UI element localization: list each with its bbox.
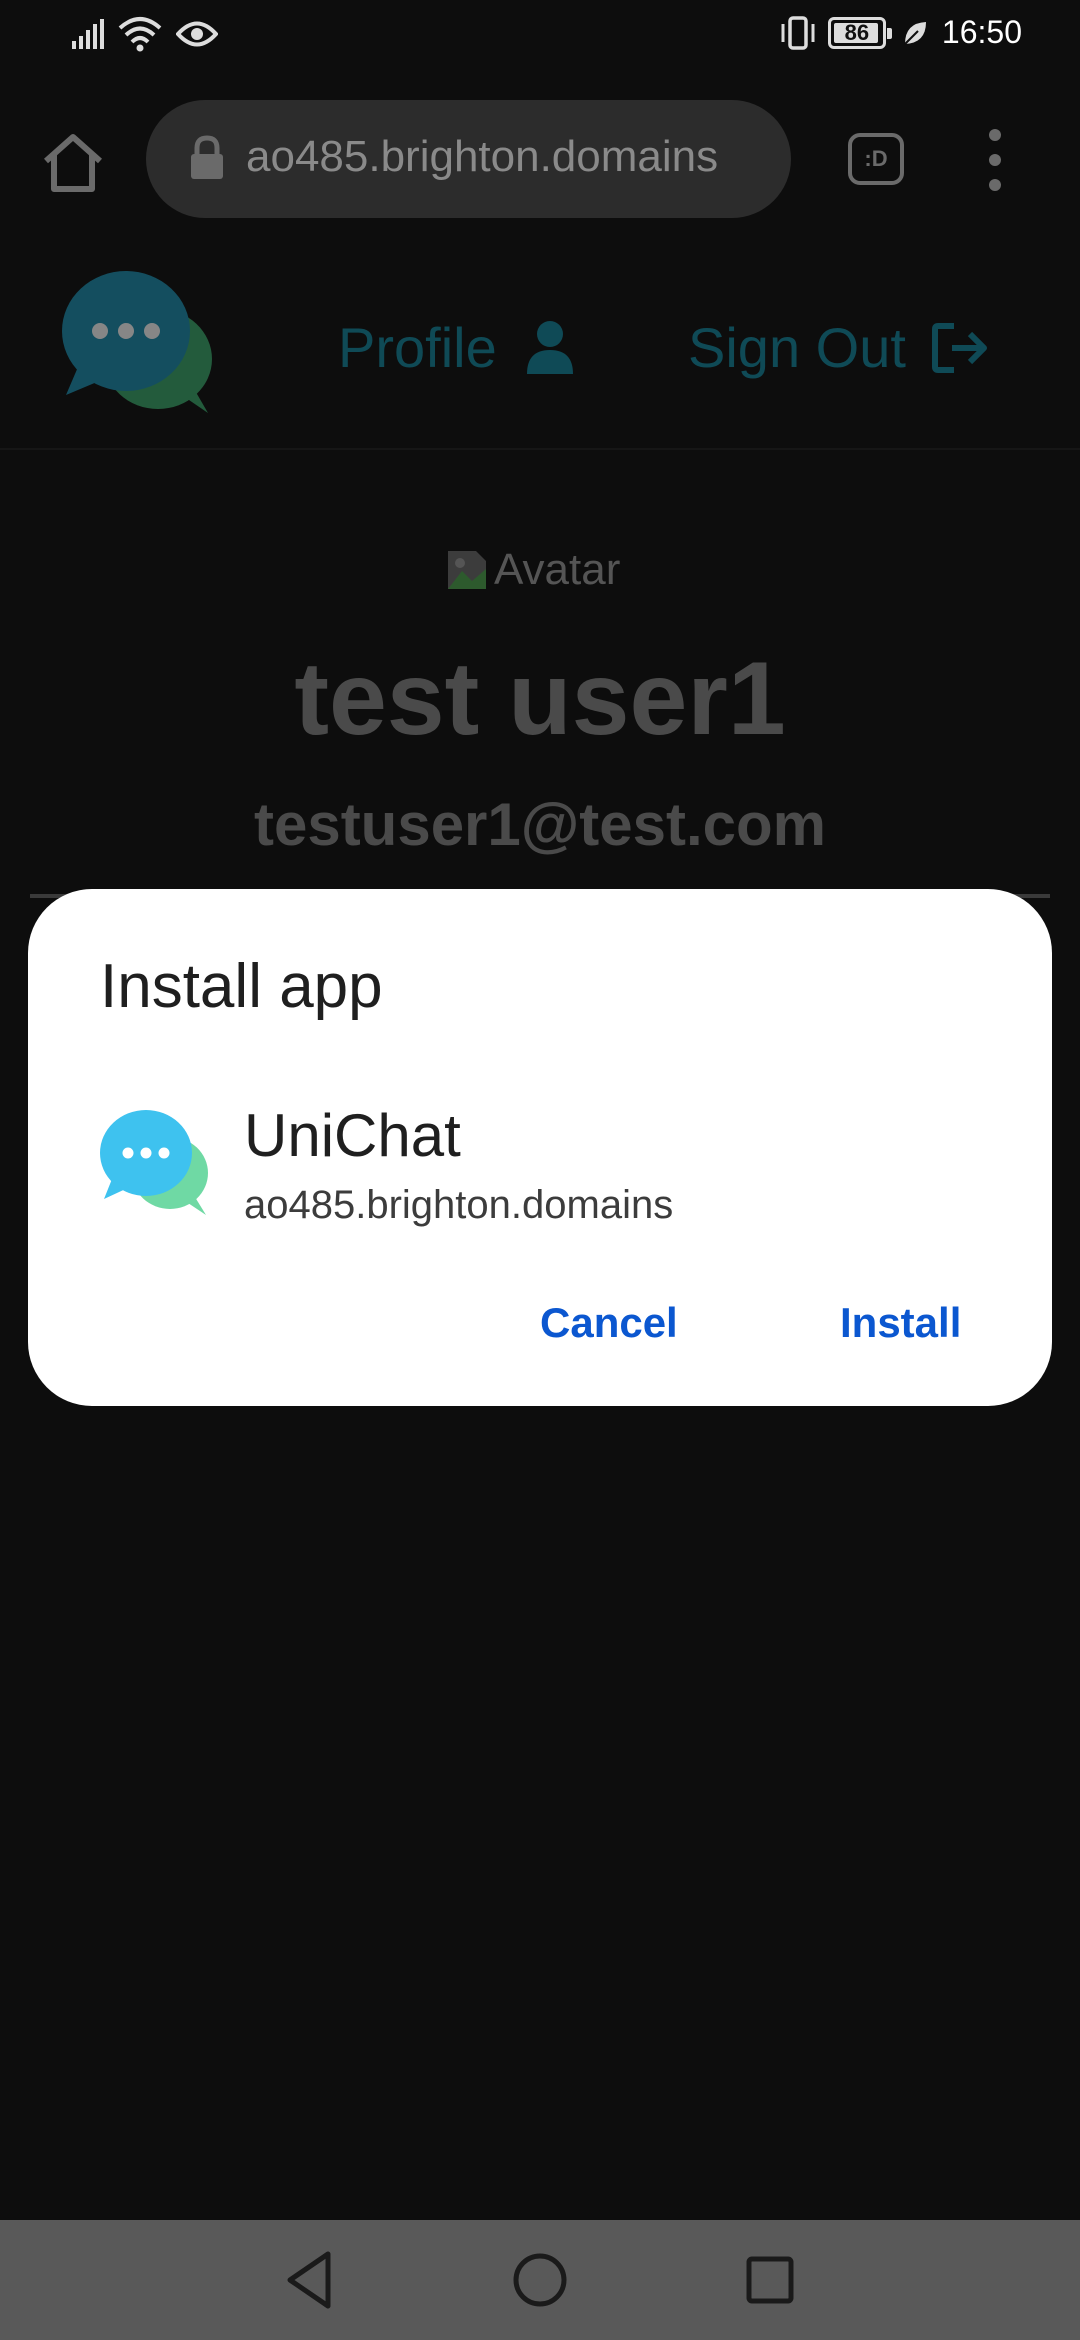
vibrate-icon xyxy=(781,15,815,50)
profile-email: testuser1@test.com xyxy=(253,791,827,858)
status-left-icons xyxy=(70,16,218,52)
address-bar[interactable]: ao485.brighton.domains xyxy=(146,100,791,218)
avatar: Avatar xyxy=(444,542,640,598)
back-icon[interactable] xyxy=(280,2248,340,2312)
browser-toolbar: ao485.brighton.domains :D xyxy=(0,75,1080,245)
eye-icon xyxy=(176,21,218,47)
nav-signout-label: Sign Out xyxy=(688,316,906,379)
tab-switcher-button[interactable]: :D xyxy=(848,133,904,185)
install-app-dialog: Install app UniChat ao485.brighton.domai… xyxy=(28,889,1052,1406)
nav-signout-link[interactable]: Sign Out xyxy=(688,315,990,380)
unichat-app-icon xyxy=(100,1110,208,1215)
lock-icon xyxy=(191,135,223,179)
status-bar: 86 16:50 xyxy=(0,0,1080,75)
leaf-icon xyxy=(904,21,926,45)
status-time: 16:50 xyxy=(941,14,1022,50)
sign-out-icon xyxy=(931,322,987,373)
dialog-title: Install app xyxy=(100,952,383,1021)
broken-image-icon xyxy=(448,551,486,589)
battery-icon: 86 xyxy=(827,16,892,49)
site-logo[interactable] xyxy=(58,267,213,417)
install-button[interactable]: Install xyxy=(840,1299,961,1347)
avatar-alt-text: Avatar xyxy=(494,545,621,594)
profile-name: test user1 xyxy=(294,641,786,757)
nav-profile-label: Profile xyxy=(338,316,497,379)
wifi-icon xyxy=(118,17,162,52)
more-options-icon[interactable] xyxy=(980,125,1010,195)
user-icon xyxy=(526,320,573,374)
app-name: UniChat xyxy=(244,1102,461,1169)
recent-apps-icon[interactable] xyxy=(740,2250,800,2310)
url-text: ao485.brighton.domains xyxy=(246,132,719,181)
battery-percent: 86 xyxy=(844,19,870,45)
cancel-button[interactable]: Cancel xyxy=(540,1299,678,1347)
app-url: ao485.brighton.domains xyxy=(244,1183,674,1227)
nav-profile-link[interactable]: Profile xyxy=(338,315,575,380)
signal-icon xyxy=(72,19,104,49)
home-icon[interactable] xyxy=(38,127,108,197)
home-circle-icon[interactable] xyxy=(508,2248,572,2312)
status-right-icons: 86 16:50 xyxy=(778,14,1022,51)
site-header: Profile Sign Out xyxy=(0,245,1080,450)
system-nav-bar xyxy=(0,2220,1080,2340)
